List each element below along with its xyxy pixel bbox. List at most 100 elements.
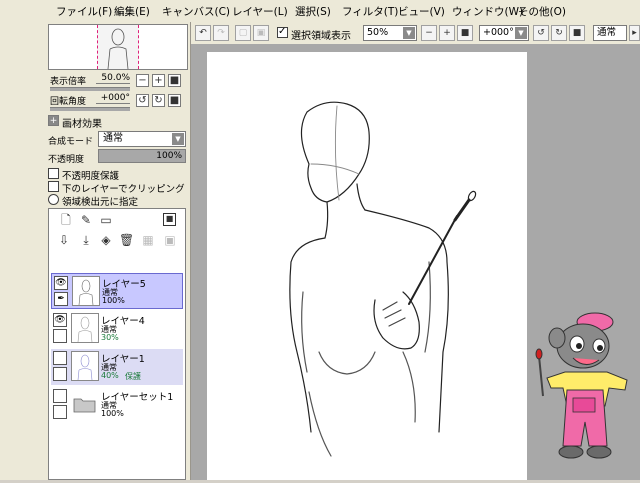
clipping-label: 下のレイヤーでクリッピング <box>62 184 185 195</box>
rotate-reset-button[interactable]: ■ <box>168 94 181 107</box>
new-vector-layer-icon[interactable]: ✎ <box>79 213 93 227</box>
lock-slot[interactable] <box>53 329 67 343</box>
redo-icon[interactable]: ↷ <box>213 25 229 41</box>
rotate-label: 回転角度 <box>50 97 87 107</box>
protect-opacity-label: 不透明度保護 <box>62 171 120 182</box>
undo-icon[interactable]: ↶ <box>195 25 211 41</box>
drawing-canvas[interactable] <box>207 52 527 480</box>
layer-panel: 🗋 ✎ ▭ ■ ⇩ ⤓ ◈ 🗑 ▦ ▣ 👁 ✒ レイヤー5 通常 100% 👁 <box>48 208 186 480</box>
left-panel: 表示倍率 50.0% − + ■ 回転角度 +000° ↺ ↻ ■ + 画材効果… <box>0 22 191 480</box>
lock-slot[interactable] <box>53 405 67 419</box>
display-mode-value: 通常 <box>597 27 617 38</box>
zoom-label: 表示倍率 <box>50 77 87 87</box>
rotate-reset-icon[interactable]: ■ <box>569 25 585 41</box>
canvas-area[interactable] <box>191 44 640 480</box>
display-mode-select[interactable]: 通常 <box>593 25 627 41</box>
rotate-value[interactable]: +000° <box>96 93 130 104</box>
chevron-down-icon: ▼ <box>403 27 415 39</box>
zoom-select-value: 50% <box>367 27 389 38</box>
clear-layer-icon[interactable]: ◈ <box>99 233 113 247</box>
zoom-in-button[interactable]: + <box>152 74 165 87</box>
layer-thumbnail <box>72 276 100 306</box>
rotate-ccw-icon[interactable]: ↺ <box>533 25 549 41</box>
merge-down-icon[interactable]: ⤓ <box>79 233 93 247</box>
layer-row[interactable]: 👁 ✒ レイヤー5 通常 100% <box>51 273 183 309</box>
eye-slot[interactable] <box>53 389 67 403</box>
new-layer-icon[interactable]: 🗋 <box>59 213 73 227</box>
layer-opacity: 30% <box>101 333 119 342</box>
zoom-slider[interactable] <box>50 87 130 91</box>
zoom-in-icon[interactable]: + <box>439 25 455 41</box>
menu-canvas[interactable]: キャンバス(C) <box>162 4 230 19</box>
rotate-left-button[interactable]: ↺ <box>136 94 149 107</box>
layer-opacity: 100% <box>102 296 125 305</box>
layer-row[interactable]: レイヤー1 通常 40% 保護 <box>51 349 183 385</box>
canvas-toolbar: ↶ ↷ ▢ ▣ ✓ 選択領域表示 50% ▼ − + ■ +000° ▼ ↺ ↻… <box>191 22 640 45</box>
folder-icon <box>73 398 96 413</box>
rotate-cw-icon[interactable]: ↻ <box>551 25 567 41</box>
menu-select[interactable]: 選択(S) <box>295 4 331 19</box>
protect-opacity-checkbox[interactable] <box>48 168 59 179</box>
menu-edit[interactable]: 編集(E) <box>114 4 150 19</box>
layer-mask-icon[interactable]: ■ <box>163 213 176 226</box>
angle-select-value: +000° <box>483 27 514 38</box>
sketch-drawing <box>289 101 477 457</box>
menu-view[interactable]: ビュー(V) <box>398 4 445 19</box>
menu-file[interactable]: ファイル(F) <box>56 4 112 19</box>
zoom-value[interactable]: 50.0% <box>96 73 130 84</box>
deselect-icon[interactable]: ▢ <box>235 25 251 41</box>
menu-bar: ファイル(F) 編集(E) キャンバス(C) レイヤー(L) 選択(S) フィル… <box>0 0 640 23</box>
pen-lock-icon[interactable]: ✒ <box>54 292 68 306</box>
eye-icon[interactable]: 👁 <box>54 276 68 290</box>
layer-row[interactable]: レイヤーセット1 通常 100% <box>51 387 183 423</box>
opacity-label: 不透明度 <box>48 155 85 165</box>
clipping-checkbox[interactable] <box>48 181 59 192</box>
eye-slot[interactable] <box>53 351 67 365</box>
zoom-reset-button[interactable]: ■ <box>168 74 181 87</box>
layer-opacity: 100% <box>101 409 124 418</box>
menu-other[interactable]: その他(O) <box>518 4 566 19</box>
layer-row[interactable]: 👁 レイヤー4 通常 30% <box>51 311 183 347</box>
layer-thumbnail <box>71 351 99 381</box>
menu-filter[interactable]: フィルタ(T) <box>342 4 398 19</box>
more-options-icon[interactable]: ▸ <box>629 25 640 41</box>
menu-layer[interactable]: レイヤー(L) <box>232 4 288 19</box>
checkmark-icon: ✓ <box>278 26 287 37</box>
transfer-down-icon[interactable]: ⇩ <box>57 233 71 247</box>
selection-display-label: 選択領域表示 <box>291 31 351 42</box>
chevron-down-icon: ▼ <box>515 27 527 39</box>
navigator-preview[interactable] <box>48 24 188 70</box>
chevron-down-icon: ▼ <box>172 133 184 145</box>
opacity-bar[interactable]: 100% <box>98 149 186 163</box>
opacity-value: 100% <box>156 151 182 161</box>
mascot-illustration <box>535 312 628 459</box>
rotate-slider[interactable] <box>50 107 130 111</box>
expand-icon[interactable]: + <box>48 115 59 126</box>
trash-icon[interactable]: 🗑 <box>119 233 134 247</box>
paper-effect-header[interactable]: 画材効果 <box>62 115 102 130</box>
region-source-radio[interactable] <box>48 194 59 205</box>
zoom-out-button[interactable]: − <box>136 74 149 87</box>
layer-protect-badge: 保護 <box>125 372 141 381</box>
layer-opacity: 40% <box>101 371 119 380</box>
lock-slot[interactable] <box>53 367 67 381</box>
disabled-mask-icon: ▦ <box>142 233 154 247</box>
zoom-out-icon[interactable]: − <box>421 25 437 41</box>
eye-icon[interactable]: 👁 <box>53 313 67 327</box>
zoom-reset-icon[interactable]: ■ <box>457 25 473 41</box>
disabled-apply-mask-icon: ▣ <box>164 233 176 247</box>
blend-mode-label: 合成モード <box>48 137 94 147</box>
angle-select[interactable]: +000° ▼ <box>479 25 529 41</box>
layer-thumbnail <box>71 313 99 343</box>
new-folder-icon[interactable]: ▭ <box>99 213 113 227</box>
blend-mode-value: 通常 <box>103 133 123 144</box>
invert-select-icon[interactable]: ▣ <box>253 25 269 41</box>
region-source-label: 領域検出元に指定 <box>62 197 139 208</box>
blend-mode-select[interactable]: 通常 ▼ <box>98 131 186 147</box>
zoom-select[interactable]: 50% ▼ <box>363 25 417 41</box>
selection-display-checkbox[interactable]: ✓ <box>277 26 288 38</box>
rotate-right-button[interactable]: ↻ <box>152 94 165 107</box>
navigator-sketch <box>107 28 129 69</box>
menu-window[interactable]: ウィンドウ(W) <box>452 4 523 19</box>
navigator-view-frame[interactable] <box>97 25 139 69</box>
